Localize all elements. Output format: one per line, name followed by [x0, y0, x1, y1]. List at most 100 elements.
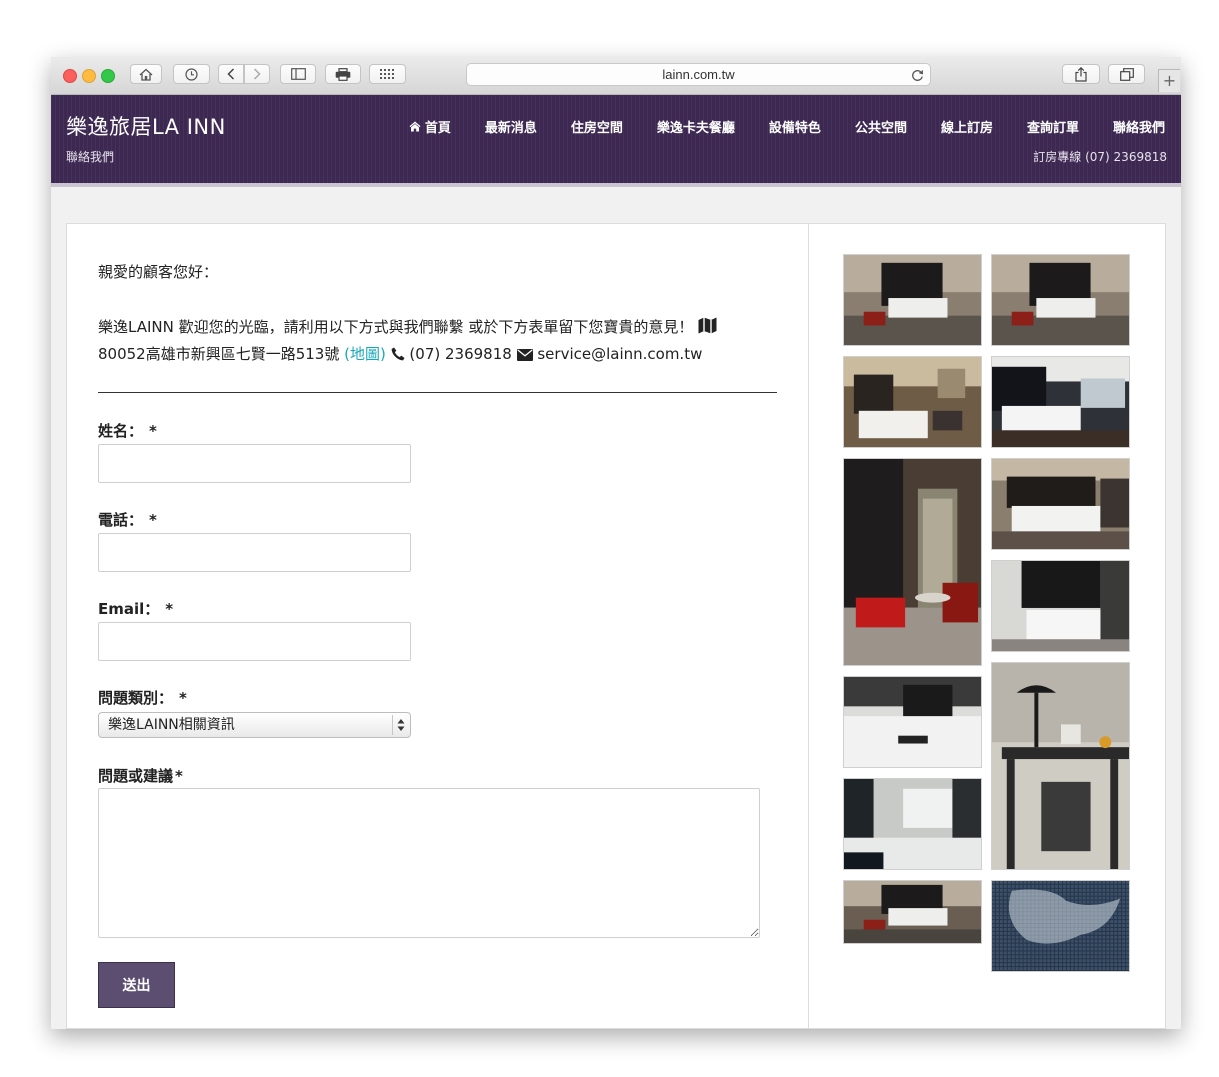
gallery-photo[interactable]	[991, 458, 1130, 550]
header-contact-link[interactable]: 聯絡我們	[66, 148, 114, 165]
nav-item-public-space[interactable]: 公共空間	[855, 117, 907, 136]
main-nav: 首頁 最新消息 住房空間 樂逸卡夫餐廳 設備特色 公共空間 線上訂房 查詢訂單 …	[409, 117, 1165, 136]
hotel-room-photo	[992, 357, 1129, 447]
required-mark: *	[165, 600, 174, 618]
minimize-window-button[interactable]	[82, 69, 96, 83]
tabs-icon	[1119, 67, 1134, 81]
close-window-button[interactable]	[63, 69, 77, 83]
browser-toolbar: lainn.com.tw +	[51, 57, 1181, 95]
phone-field[interactable]	[98, 533, 411, 572]
nav-item-news[interactable]: 最新消息	[485, 117, 537, 136]
chevron-right-icon	[253, 68, 261, 80]
map-link[interactable]: (地圖)	[344, 345, 386, 363]
email-text[interactable]: service@lainn.com.tw	[537, 345, 702, 363]
contact-form-column: 親愛的顧客您好： 樂逸LAINN 歡迎您的光臨，請利用以下方式與我們聯繫 或於下…	[67, 224, 809, 1029]
hotel-room-photo	[844, 255, 981, 345]
browser-window: lainn.com.tw + 樂逸旅居LA INN 聯絡我們 首頁 最新消息 住…	[51, 57, 1181, 1029]
reload-icon	[912, 70, 923, 81]
grid-icon	[380, 69, 394, 79]
tabs-overview-button[interactable]	[1108, 64, 1145, 84]
greeting-text: 親愛的顧客您好：	[98, 263, 219, 281]
required-mark: *	[179, 689, 187, 707]
select-arrows-icon	[392, 715, 408, 735]
name-label: 姓名： *	[98, 420, 157, 441]
contact-intro: 樂逸LAINN 歡迎您的光臨，請利用以下方式與我們聯繫 或於下方表單留下您寶貴的…	[98, 314, 778, 368]
top-sites-button[interactable]	[369, 64, 406, 84]
gallery-photo[interactable]	[991, 356, 1130, 448]
nav-item-order-lookup[interactable]: 查詢訂單	[1027, 117, 1079, 136]
category-select[interactable]: 樂逸LAINN相關資訊	[98, 712, 411, 738]
category-label-text: 問題類別：	[98, 689, 174, 707]
gallery-photo[interactable]	[843, 778, 982, 870]
nav-item-facilities[interactable]: 設備特色	[769, 117, 821, 136]
address-bar[interactable]: lainn.com.tw	[466, 63, 931, 86]
required-mark: *	[149, 422, 157, 440]
home-icon	[139, 68, 153, 81]
hotel-room-photo	[844, 357, 981, 447]
gallery-photo[interactable]	[991, 560, 1130, 652]
nav-item-rooms[interactable]: 住房空間	[571, 117, 623, 136]
email-label-text: Email：	[98, 600, 160, 618]
section-divider	[98, 392, 777, 393]
chevron-left-icon	[227, 68, 235, 80]
site-logo[interactable]: 樂逸旅居LA INN	[66, 111, 226, 141]
nav-item-contact[interactable]: 聯絡我們	[1113, 117, 1165, 136]
name-field[interactable]	[98, 444, 411, 483]
phone-label: 電話： *	[98, 509, 157, 530]
required-mark: *	[175, 767, 183, 785]
printer-icon	[335, 67, 351, 81]
share-button[interactable]	[1062, 64, 1100, 84]
hotel-room-photo	[844, 677, 981, 767]
message-label: 問題或建議 *	[98, 765, 183, 786]
history-button[interactable]	[173, 64, 210, 84]
message-label-text: 問題或建議	[98, 767, 174, 785]
category-selected-value: 樂逸LAINN相關資訊	[108, 717, 235, 733]
submit-button[interactable]: 送出	[98, 962, 175, 1008]
sidebar-icon	[290, 68, 306, 80]
mosaic-tile-photo	[992, 881, 1129, 971]
phone-label-text: 電話：	[98, 511, 144, 529]
booking-phone: 訂房專線 (07) 2369818	[1033, 150, 1167, 164]
gallery-photo[interactable]	[991, 662, 1130, 870]
hotel-room-photo	[992, 561, 1129, 651]
back-button[interactable]	[218, 64, 244, 84]
hotel-room-photo	[992, 255, 1129, 345]
email-field[interactable]	[98, 622, 411, 661]
reload-button[interactable]	[911, 67, 924, 88]
nav-item-home[interactable]: 首頁	[409, 117, 451, 136]
email-label: Email： *	[98, 598, 173, 619]
clock-icon	[185, 67, 198, 81]
zoom-window-button[interactable]	[101, 69, 115, 83]
gallery-photo[interactable]	[991, 254, 1130, 346]
intro-text: 樂逸LAINN 歡迎您的光臨，請利用以下方式與我們聯繫 或於下方表單留下您寶貴的…	[98, 318, 694, 336]
name-label-text: 姓名：	[98, 422, 144, 440]
gallery-photo[interactable]	[991, 880, 1130, 972]
hotel-room-photo	[844, 779, 981, 869]
message-textarea[interactable]	[98, 788, 760, 938]
gallery-photo[interactable]	[843, 458, 982, 666]
gallery-photo[interactable]	[843, 880, 982, 944]
required-mark: *	[149, 511, 157, 529]
gallery-photo[interactable]	[843, 356, 982, 448]
hotel-room-photo	[844, 459, 981, 665]
forward-button[interactable]	[244, 64, 270, 84]
nav-label: 首頁	[424, 121, 451, 136]
new-tab-button[interactable]: +	[1158, 69, 1180, 92]
gallery-photo[interactable]	[843, 254, 982, 346]
phone-text: (07) 2369818	[409, 345, 512, 363]
print-button[interactable]	[325, 64, 361, 84]
category-label: 問題類別： *	[98, 687, 187, 708]
home-button[interactable]	[130, 64, 162, 84]
site-header: 樂逸旅居LA INN 聯絡我們 首頁 最新消息 住房空間 樂逸卡夫餐廳 設備特色…	[51, 95, 1181, 187]
home-icon	[409, 121, 421, 132]
map-icon	[698, 317, 717, 334]
share-icon	[1075, 66, 1087, 82]
plus-icon: +	[1162, 71, 1177, 90]
gallery-photo[interactable]	[843, 676, 982, 768]
hotel-room-photo	[992, 663, 1129, 869]
nav-item-cafe[interactable]: 樂逸卡夫餐廳	[657, 117, 735, 136]
phone-icon	[391, 347, 405, 361]
hotel-room-photo	[844, 881, 981, 943]
sidebar-button[interactable]	[280, 64, 316, 84]
nav-item-online-booking[interactable]: 線上訂房	[941, 117, 993, 136]
